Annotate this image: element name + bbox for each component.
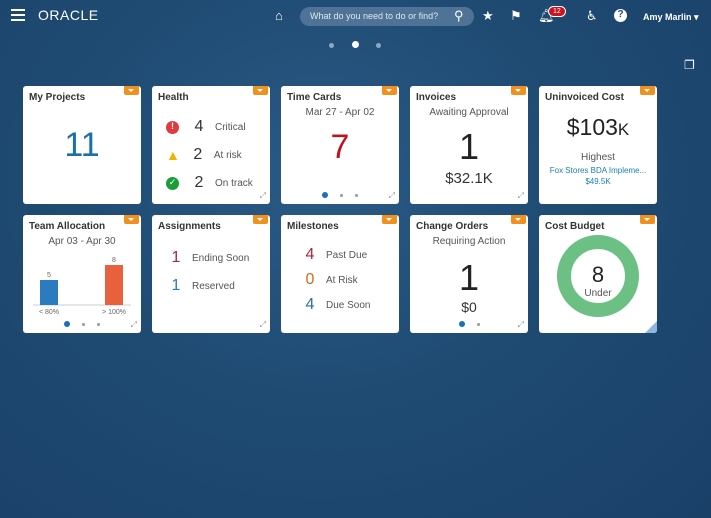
tile-title: Assignments (158, 221, 221, 232)
copy-layout-icon[interactable]: ❐ (684, 58, 695, 72)
tile-title: Team Allocation (29, 221, 106, 232)
favorites-star-icon[interactable]: ★ (482, 8, 494, 24)
expand-icon[interactable]: ⤢ (260, 191, 266, 201)
tile-title: Uninvoiced Cost (545, 92, 624, 103)
category-label: > 100% (102, 309, 126, 316)
tile-title: Cost Budget (545, 221, 605, 232)
tile-milestones[interactable]: Milestones 4 Past Due 0 At Risk 4 Due Soon (281, 215, 399, 333)
budget-value: 8 (591, 262, 605, 287)
dropdown-icon[interactable] (124, 86, 139, 95)
budget-label: Under (584, 288, 612, 299)
highest-label: Highest (581, 152, 615, 163)
changeorders-count: 1 (458, 257, 480, 298)
projects-count: 11 (64, 126, 100, 164)
bar-0 (40, 280, 58, 305)
timecards-count: 7 (330, 128, 350, 166)
dropdown-icon[interactable] (640, 215, 655, 224)
date-range: Apr 03 - Apr 30 (48, 236, 116, 247)
accessibility-icon[interactable]: ♿︎ (586, 8, 598, 24)
invoices-count: 1 (458, 126, 480, 167)
dropdown-icon[interactable] (511, 215, 526, 224)
expand-icon[interactable]: ⤢ (518, 191, 524, 201)
highest-project-link[interactable]: Fox Stores BDA Impleme... (539, 166, 657, 175)
tile-title: My Projects (29, 92, 86, 103)
bar-1 (105, 265, 123, 305)
header: ORACLE ⌂ What do you need to do or find?… (0, 0, 711, 34)
pagination[interactable] (281, 192, 399, 198)
pagination[interactable] (23, 321, 141, 327)
pagination[interactable] (410, 321, 528, 327)
search-input[interactable]: What do you need to do or find? (300, 7, 474, 26)
tile-title: Invoices (416, 92, 457, 103)
allocation-chart: 5 < 80% 8 > 100% (33, 257, 131, 316)
tile-title: Time Cards (287, 92, 342, 103)
dropdown-icon[interactable] (253, 215, 268, 224)
notifications-badge: 12 (548, 6, 566, 17)
dropdown-icon[interactable] (382, 86, 397, 95)
menu-icon[interactable] (11, 9, 25, 21)
highest-project-amount: $49.5K (585, 177, 611, 186)
critical-icon: ! (166, 120, 179, 134)
dropdown-icon[interactable] (511, 86, 526, 95)
page-dot[interactable] (376, 43, 381, 48)
tile-invoices[interactable]: Invoices Awaiting Approval 1 $32.1K ⤢ (410, 86, 528, 204)
warning-icon: ▲ (166, 147, 180, 163)
user-menu[interactable]: Amy Marlin ▾ (643, 12, 699, 23)
check-icon: ✓ (166, 176, 179, 190)
tile-health[interactable]: Health ! 4 Critical ▲ 2 At risk ✓ 2 On track ⤢ (152, 86, 270, 204)
page-dot-active[interactable] (352, 41, 359, 48)
help-icon[interactable]: ? (614, 9, 627, 22)
expand-icon[interactable]: ⤢ (260, 320, 266, 330)
dropdown-icon[interactable] (640, 86, 655, 95)
milestones-past-due[interactable]: 4 Past Due (300, 246, 399, 264)
milestones-due-soon[interactable]: 4 Due Soon (300, 296, 399, 314)
dropdown-icon[interactable] (382, 215, 397, 224)
health-critical: ! 4 Critical (166, 118, 270, 136)
flag-icon[interactable]: ⚑ (510, 8, 522, 24)
changeorders-subtitle: Requiring Action (432, 236, 506, 247)
changeorders-amount: $0 (461, 299, 477, 315)
assignments-reserved[interactable]: 1 Reserved (166, 277, 270, 295)
date-range: Mar 27 - Apr 02 (305, 107, 375, 118)
resize-corner-icon[interactable] (645, 321, 657, 333)
tile-cost-budget[interactable]: Cost Budget 8 Under (539, 215, 657, 333)
expand-icon[interactable]: ⤢ (518, 320, 524, 330)
category-label: < 80% (39, 309, 59, 316)
tile-change-orders[interactable]: Change Orders Requiring Action 1 $0 ⤢ (410, 215, 528, 333)
expand-icon[interactable]: ⤢ (389, 191, 395, 201)
oracle-logo: ORACLE (38, 7, 99, 23)
health-on-track: ✓ 2 On track (166, 174, 270, 192)
tile-uninvoiced-cost[interactable]: Uninvoiced Cost $103K Highest Fox Stores… (539, 86, 657, 204)
tile-title: Change Orders (416, 221, 489, 232)
health-at-risk: ▲ 2 At risk (166, 146, 242, 163)
bar-value-label: 8 (112, 257, 116, 264)
expand-icon[interactable]: ⤢ (131, 320, 137, 330)
home-icon[interactable]: ⌂ (275, 8, 283, 23)
milestones-at-risk[interactable]: 0 At Risk (300, 271, 399, 289)
bar-value-label: 5 (47, 272, 51, 279)
assignments-ending-soon[interactable]: 1 Ending Soon (166, 249, 270, 267)
invoices-subtitle: Awaiting Approval (429, 107, 509, 118)
invoices-amount: $32.1K (445, 170, 493, 187)
uninvoiced-value: $103K (566, 114, 630, 140)
tile-my-projects[interactable]: My Projects 11 (23, 86, 141, 204)
page-dot[interactable] (329, 43, 334, 48)
tile-assignments[interactable]: Assignments 1 Ending Soon 1 Reserved ⤢ (152, 215, 270, 333)
user-name: Amy Marlin (643, 12, 692, 22)
search-icon[interactable]: ⚲ (454, 8, 464, 24)
dropdown-icon[interactable] (124, 215, 139, 224)
tile-time-cards[interactable]: Time Cards Mar 27 - Apr 02 7 ⤢ (281, 86, 399, 204)
tile-team-allocation[interactable]: Team Allocation Apr 03 - Apr 30 5 < 80% 8 >… (23, 215, 141, 333)
tile-title: Milestones (287, 221, 339, 232)
dropdown-icon[interactable] (253, 86, 268, 95)
tile-title: Health (158, 92, 189, 103)
